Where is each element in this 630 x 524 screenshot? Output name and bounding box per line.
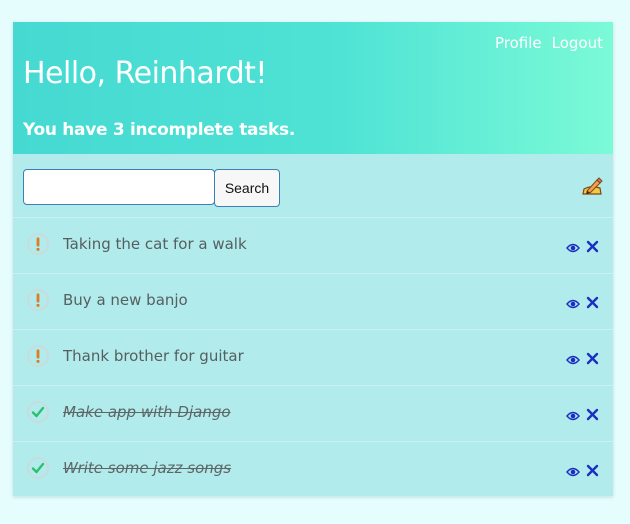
eye-icon[interactable] (566, 407, 580, 421)
task-row: Make app with Django (13, 386, 613, 442)
task-text: Make app with Django (63, 403, 231, 421)
delete-x-icon[interactable] (586, 462, 599, 477)
task-row: Thank brother for guitar (13, 330, 613, 386)
logout-link[interactable]: Logout (552, 34, 603, 52)
eye-icon[interactable] (566, 295, 580, 309)
todo-card: Profile Logout Hello, Reinhardt! You hav… (13, 22, 613, 498)
incomplete-summary: You have 3 incomplete tasks. (23, 120, 296, 140)
delete-x-icon[interactable] (586, 350, 599, 365)
exclamation-icon[interactable] (27, 289, 49, 311)
check-icon[interactable] (27, 457, 49, 479)
exclamation-icon[interactable] (27, 345, 49, 367)
top-nav: Profile Logout (495, 34, 603, 52)
header: Profile Logout Hello, Reinhardt! You hav… (13, 22, 613, 154)
task-text: Thank brother for guitar (63, 347, 244, 365)
eye-icon[interactable] (566, 239, 580, 253)
exclamation-icon[interactable] (27, 233, 49, 255)
greeting-title: Hello, Reinhardt! (23, 56, 267, 91)
task-row: Taking the cat for a walk (13, 218, 613, 274)
task-list: Taking the cat for a walk Buy a new banjo… (13, 218, 613, 498)
eye-icon[interactable] (566, 463, 580, 477)
task-text: Write some jazz songs (63, 459, 232, 477)
search-input[interactable] (23, 169, 215, 205)
search-button[interactable]: Search (214, 169, 280, 207)
delete-x-icon[interactable] (586, 406, 599, 421)
delete-x-icon[interactable] (586, 294, 599, 309)
profile-link[interactable]: Profile (495, 34, 542, 52)
search-bar: Search (13, 154, 613, 218)
task-text: Taking the cat for a walk (63, 235, 247, 253)
task-row: Buy a new banjo (13, 274, 613, 330)
check-icon[interactable] (27, 401, 49, 423)
task-text: Buy a new banjo (63, 291, 188, 309)
pencil-edit-icon[interactable] (581, 176, 603, 196)
delete-x-icon[interactable] (586, 238, 599, 253)
eye-icon[interactable] (566, 351, 580, 365)
task-row: Write some jazz songs (13, 442, 613, 498)
